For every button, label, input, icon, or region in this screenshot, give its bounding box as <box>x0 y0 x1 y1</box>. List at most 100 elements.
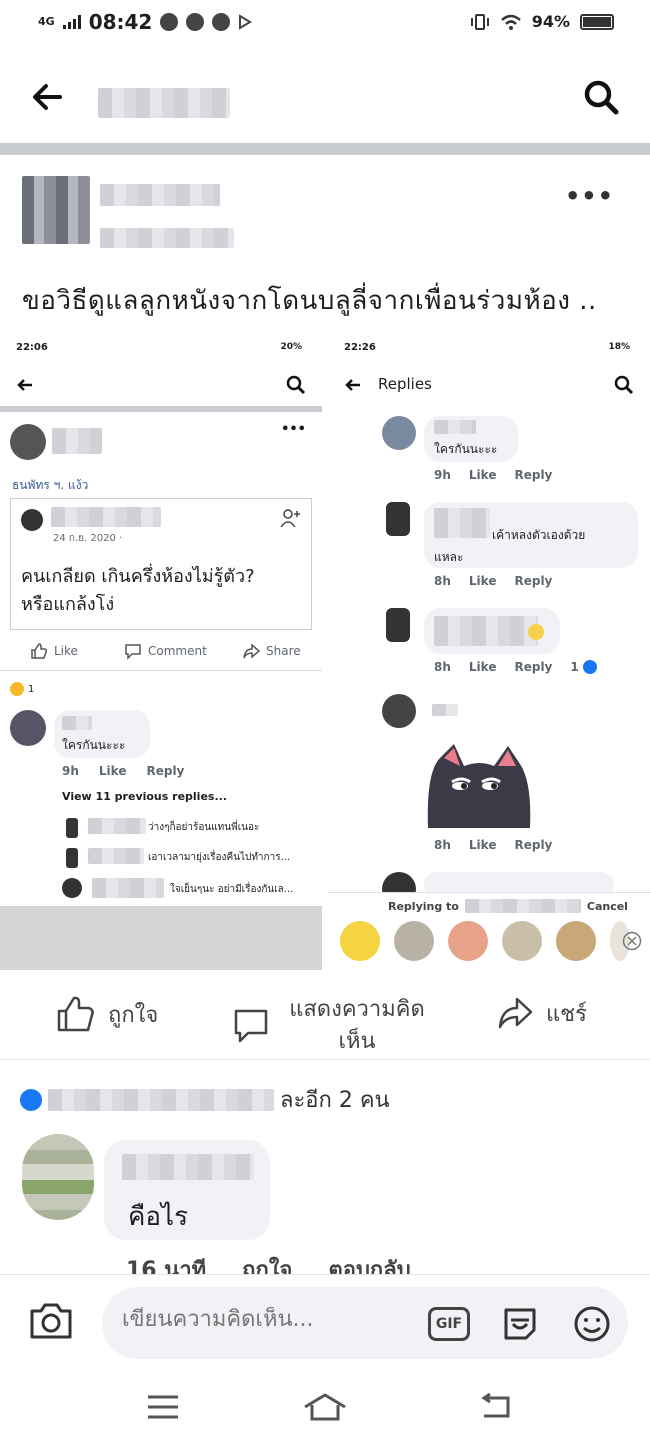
line-icon-2 <box>212 13 231 31</box>
reactors-redacted <box>48 1088 274 1111</box>
commenter-avatar[interactable] <box>22 1134 94 1220</box>
reaction-others-text: ละอีก 2 คน <box>280 1088 390 1113</box>
sticker-icon <box>502 921 542 961</box>
view-previous-replies: View 11 previous replies... <box>62 790 227 803</box>
emoji-button[interactable] <box>572 1304 612 1344</box>
cancel-link: Cancel <box>586 899 628 913</box>
reply-preview-3: ใจเย็นๆนะ อย่ามีเรื่องกันเล... <box>170 884 294 895</box>
replying-header: Replying to Cancel <box>388 899 628 913</box>
mini-divider-thin <box>0 670 322 671</box>
reply-text-line2: แหละ <box>434 550 464 564</box>
shared-by: ธนพัทร ฯ. แง้ว <box>12 478 89 492</box>
back-nav-button[interactable] <box>478 1392 514 1422</box>
comment-bubble: ใครกันนะะะ <box>54 710 150 758</box>
comment-input[interactable] <box>122 1307 402 1332</box>
comment-label: แสดงความคิดเห็น <box>289 997 425 1054</box>
share-action: Share <box>242 642 301 660</box>
sticker-icon <box>556 921 596 961</box>
search-icon <box>286 375 306 395</box>
reply-like: Like <box>468 468 497 482</box>
thumbs-up-icon <box>30 642 48 660</box>
more-options-button[interactable]: ••• <box>565 182 614 210</box>
reply-meta: 8h Like Reply 1 <box>434 660 597 674</box>
avatar <box>66 818 78 838</box>
name-redacted <box>88 818 146 834</box>
shared-date: 24 ก.ย. 2020 · <box>53 533 123 544</box>
mini-status-battery: 20% <box>280 342 302 352</box>
like-button[interactable]: ถูกใจ <box>56 994 158 1034</box>
comment-action: Comment <box>124 642 207 660</box>
reply-reply: Reply <box>514 468 553 482</box>
avatar <box>382 694 416 728</box>
like-action: Like <box>30 642 78 660</box>
reply-reply: Reply <box>514 574 553 588</box>
menu-icon <box>148 1395 178 1419</box>
mini-status-battery: 18% <box>608 342 630 352</box>
add-friend-icon <box>279 507 301 529</box>
embedded-screenshot-right: 22:26 18% Replies ใครกันนะะะ 9h Like Rep… <box>328 330 650 970</box>
reply-time: 9h <box>434 468 451 482</box>
haha-emoji-icon <box>10 682 24 696</box>
replies-title: Replies <box>378 375 432 393</box>
home-nav-button[interactable] <box>302 1392 348 1422</box>
avatar <box>386 608 410 642</box>
avatar <box>386 502 410 536</box>
menu-nav-button[interactable] <box>146 1392 180 1422</box>
camera-icon <box>30 1303 72 1339</box>
sticker-button[interactable] <box>500 1304 540 1344</box>
avatar <box>21 509 43 531</box>
thumbs-up-icon <box>56 994 96 1034</box>
sticker-icon <box>394 921 434 961</box>
arrow-left-icon <box>16 376 34 394</box>
like-label: Like <box>54 644 78 658</box>
post-author-avatar[interactable] <box>22 176 90 244</box>
return-icon <box>481 1392 510 1418</box>
status-bar: 4G 08:42 94% <box>0 0 650 52</box>
name-redacted <box>434 508 490 538</box>
page-title-redacted <box>98 88 230 118</box>
post-text: ขอวิธีดูแลลูกหนังจากโดนบลูลี่จากเพื่อนร่… <box>22 286 597 316</box>
reaction-summary: 1 <box>570 660 597 674</box>
comment-meta: 9h Like Reply <box>62 764 184 778</box>
comment-button[interactable]: แสดงความคิดเห็น <box>232 994 432 1058</box>
section-divider <box>0 143 650 155</box>
reply-bubble <box>424 608 560 654</box>
reply-meta: 9h Like Reply <box>434 468 552 482</box>
network-indicator: 4G <box>38 15 55 28</box>
share-label: Share <box>266 644 301 658</box>
reply-preview-1: ว่างๆก็อย่าร้อนแทนพี่เนอะ <box>148 822 260 833</box>
reaction-count: 1 <box>570 660 579 674</box>
post-author-name-redacted[interactable] <box>100 184 220 206</box>
name-redacted <box>432 704 458 716</box>
camera-button[interactable] <box>28 1301 74 1341</box>
reaction-count: 1 <box>28 683 35 695</box>
status-time: 08:42 <box>88 10 153 34</box>
name-redacted <box>52 428 102 454</box>
comment-label: Comment <box>148 644 207 658</box>
reply-bubble: ใครกันนะะะ <box>424 416 518 462</box>
reaction-summary[interactable]: ละอีก 2 คน <box>20 1082 390 1117</box>
battery-icon <box>580 13 614 30</box>
grey-overlay <box>0 906 322 970</box>
mini-divider <box>0 406 322 412</box>
shared-text-line2: หรือแกล้งโง่ <box>21 594 115 615</box>
replying-to-label: Replying to <box>388 899 459 913</box>
commenter-name-redacted[interactable] <box>122 1154 254 1180</box>
gif-button[interactable]: GIF <box>428 1307 470 1341</box>
battery-percent: 94% <box>531 12 570 31</box>
embedded-screenshot-left: 22:06 20% ••• ธนพัทร ฯ. แง้ว 24 ก.ย. 202… <box>0 330 322 970</box>
comment-text: คือไร <box>128 1202 189 1232</box>
mini-status-time: 22:06 <box>16 342 48 353</box>
name-redacted <box>51 507 161 527</box>
reply-like: Like <box>468 838 497 852</box>
text-redacted <box>434 616 538 646</box>
search-button[interactable] <box>582 78 620 116</box>
share-button[interactable]: แชร์ <box>496 994 587 1032</box>
close-icon <box>622 931 642 951</box>
back-button[interactable] <box>30 80 64 114</box>
sticker-icon <box>448 921 488 961</box>
emoji-icon <box>528 624 544 640</box>
reply-time: 8h <box>434 838 451 852</box>
reply-like: Like <box>468 574 497 588</box>
avatar <box>10 424 46 460</box>
